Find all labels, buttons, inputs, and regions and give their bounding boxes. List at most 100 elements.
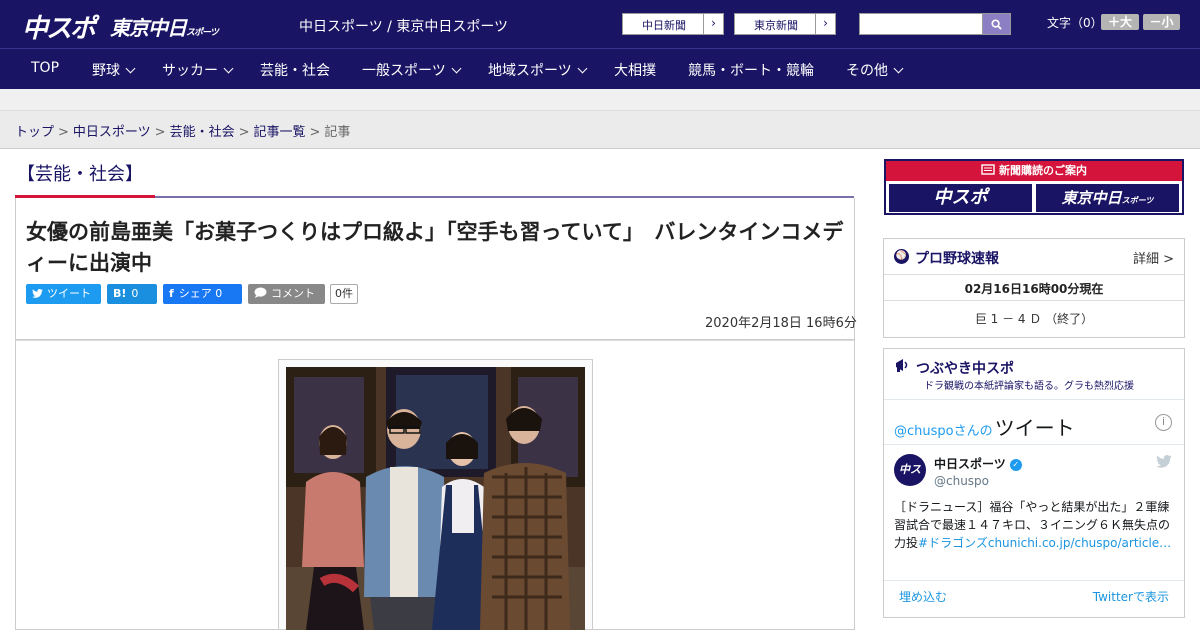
chunichi-shimbun-link[interactable]: 中日新聞 › [622, 13, 724, 35]
nav-item-baseball[interactable]: 野球 [92, 60, 136, 80]
timeline-header: @chuspoさんの ツイート [894, 412, 1075, 441]
twitter-bird-icon[interactable] [1156, 455, 1172, 472]
tweet-body: ［ドラニュース］福谷「やっと結果が出た」２軍練習試合で最速１４７キロ、３イニング… [894, 498, 1174, 552]
search-input[interactable] [859, 13, 983, 35]
nav-label: サッカー [162, 63, 218, 79]
view-on-twitter-link[interactable]: Twitterで表示 [1093, 588, 1169, 605]
publish-date: 2020年2月18日 16時6分 [705, 316, 857, 331]
info-icon[interactable]: i [1155, 414, 1172, 431]
nav-label: 芸能・社会 [260, 63, 330, 79]
tweet-account-handle[interactable]: @chuspo [934, 474, 989, 488]
timeline-handle-prefix[interactable]: @chuspoさんの [894, 424, 993, 439]
comment-button[interactable]: コメント [248, 284, 325, 304]
font-size-label: 文字（0） [1047, 16, 1103, 30]
chevron-down-icon [223, 63, 234, 74]
comment-label: コメント [271, 287, 315, 300]
article-title: 女優の前島亜美「お菓子つくりはプロ級よ」「空手も習っていて」 バレンタインコメデ… [26, 220, 844, 275]
tweet-link[interactable]: chunichi.co.jp/chuspo/article… [988, 536, 1171, 550]
timeline-header-word: ツイート [994, 416, 1075, 440]
breadcrumb-bar: トップ > 中日スポーツ > 芸能・社会 > 記事一覧 > 記事 [0, 111, 1200, 149]
account-name-text: 中日スポーツ [934, 457, 1006, 471]
nav-label: 野球 [92, 63, 120, 79]
nav-item-top[interactable]: TOP [31, 60, 59, 76]
breadcrumb-link-article-list[interactable]: 記事一覧 [254, 125, 306, 140]
chevron-down-icon [893, 63, 904, 74]
chevron-down-icon [451, 63, 462, 74]
article-photo-image [286, 367, 585, 630]
article-photo[interactable] [286, 367, 585, 630]
tweets-widget-title: つぶやき中スポ [916, 361, 1014, 377]
chevron-right-icon: › [703, 14, 723, 34]
hatena-icon: B! [113, 287, 127, 300]
subscription-heading: 新聞購読のご案内 [886, 161, 1182, 181]
subscription-logo-tokyo: 東京中日スポーツ [1036, 184, 1179, 212]
nav-label: 地域スポーツ [488, 63, 572, 79]
newspaper-icon [981, 164, 995, 175]
nav-item-other[interactable]: その他 [846, 60, 904, 80]
tokyo-shimbun-link[interactable]: 東京新聞 › [734, 13, 836, 35]
breadcrumb: トップ > 中日スポーツ > 芸能・社会 > 記事一覧 > 記事 [15, 121, 350, 140]
nav-item-general-sports[interactable]: 一般スポーツ [362, 60, 462, 80]
subscription-logo-chuspo: 中スポ [889, 184, 1032, 212]
baseball-icon: ⚾ [894, 249, 909, 264]
nav-item-entertainment[interactable]: 芸能・社会 [260, 60, 330, 80]
baseball-widget-title: プロ野球速報 [915, 251, 999, 267]
tweet-hashtag[interactable]: #ドラゴンズ [918, 536, 988, 550]
baseball-update-time: 02月16日16時00分現在 [964, 282, 1104, 296]
font-larger-button[interactable]: ＋大 [1101, 14, 1139, 30]
nav-item-sumo[interactable]: 大相撲 [614, 60, 656, 80]
chevron-down-icon [577, 63, 588, 74]
nav-label: 競馬・ボート・競輪 [688, 63, 814, 79]
tokyo-shimbun-label: 東京新聞 [754, 19, 798, 32]
font-smaller-button[interactable]: －小 [1143, 14, 1180, 30]
comment-count: 0件 [330, 284, 358, 304]
nav-item-regional-sports[interactable]: 地域スポーツ [488, 60, 588, 80]
nav-label: その他 [846, 63, 888, 79]
baseball-score-line[interactable]: 巨 1 － 4 Ｄ （終了） [884, 310, 1184, 327]
tweets-widget: つぶやき中スポ ドラ観戦の本紙評論家も語る。グラも熱烈応援 @chuspoさんの… [883, 348, 1185, 618]
twitter-bird-icon [32, 289, 43, 298]
breadcrumb-current: 記事 [324, 125, 351, 140]
tokyo-chunichi-logo[interactable]: 東京中日スポーツ [110, 12, 219, 41]
twitter-timeline: @chuspoさんの ツイート i 中スポ 中日スポーツ ✓ @chuspo ［ドラ… [884, 399, 1184, 619]
verified-badge-icon: ✓ [1009, 458, 1022, 471]
subscription-logo-tokyo-text: 東京中日 [1061, 189, 1122, 207]
breadcrumb-separator: > [238, 125, 250, 140]
tweet-label: ツイート [47, 287, 91, 300]
category-heading: 【芸能・社会】 [17, 164, 143, 185]
main-nav: TOP 野球 サッカー 芸能・社会 一般スポーツ 地域スポーツ 大相撲 競馬・ボ… [0, 48, 1200, 89]
baseball-details-link[interactable]: 詳細 > [1133, 248, 1174, 267]
chunichi-shimbun-label: 中日新聞 [642, 19, 686, 32]
chevron-right-icon: › [815, 14, 835, 34]
chevron-down-icon [125, 63, 136, 74]
hatena-count: 0 [131, 287, 139, 300]
baseball-scores-widget: ⚾ プロ野球速報 詳細 > 02月16日16時00分現在 巨 1 － 4 Ｄ （… [883, 238, 1185, 338]
breadcrumb-link-chunichi-sports[interactable]: 中日スポーツ [73, 125, 151, 140]
speech-bubble-icon [254, 287, 267, 298]
subscription-logo-tokyo-small: スポーツ [1121, 196, 1154, 205]
search-icon [991, 19, 1002, 30]
breadcrumb-link-entertainment[interactable]: 芸能・社会 [170, 125, 235, 140]
nav-item-soccer[interactable]: サッカー [162, 60, 234, 80]
divider [884, 274, 1184, 275]
nav-label: TOP [31, 60, 60, 76]
tweet-button[interactable]: ツイート [26, 284, 101, 304]
search-button[interactable] [982, 13, 1011, 35]
header-bar: 中スポ 東京中日スポーツ 中日スポーツ / 東京中日スポーツ 中日新聞 › 東京… [0, 0, 1200, 48]
avatar[interactable]: 中スポ [894, 454, 926, 508]
facebook-share-button[interactable]: f シェア 0 [163, 284, 242, 304]
megaphone-icon [894, 357, 910, 377]
breadcrumb-link-top[interactable]: トップ [15, 125, 54, 140]
tweet-account-name[interactable]: 中日スポーツ ✓ [934, 455, 1022, 472]
breadcrumb-separator: > [58, 125, 69, 140]
nav-item-racing[interactable]: 競馬・ボート・競輪 [688, 60, 814, 80]
chuspo-logo[interactable]: 中スポ [22, 8, 96, 45]
hatena-bookmark-button[interactable]: B! 0 [107, 284, 157, 304]
subscription-banner[interactable]: 新聞購読のご案内 中スポ 東京中日スポーツ [884, 159, 1184, 215]
embed-link[interactable]: 埋め込む [899, 588, 947, 605]
ad-band [0, 89, 1200, 111]
breadcrumb-separator: > [309, 125, 321, 140]
facebook-share-label: シェア 0 [178, 287, 223, 300]
tweets-widget-subtitle: ドラ観戦の本紙評論家も語る。グラも熱烈応援 [924, 381, 1134, 392]
divider [884, 300, 1184, 301]
